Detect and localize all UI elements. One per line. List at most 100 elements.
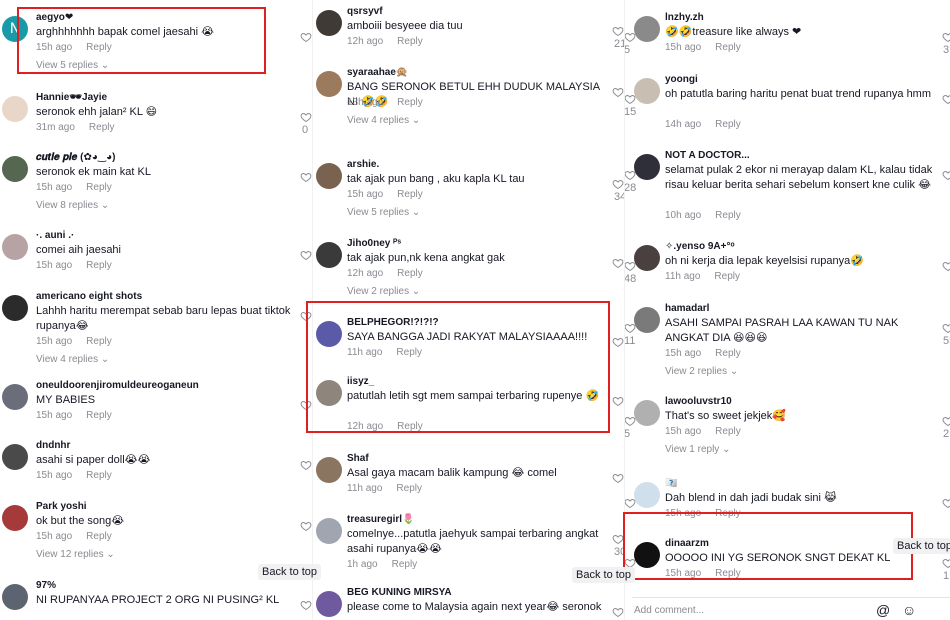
avatar[interactable] — [2, 96, 28, 122]
reply-button[interactable]: Reply — [397, 189, 423, 200]
reply-button[interactable]: Reply — [86, 182, 112, 193]
like-heart-icon[interactable] — [612, 256, 624, 269]
reply-button[interactable]: Reply — [397, 268, 423, 279]
avatar[interactable] — [2, 444, 28, 470]
like-heart-icon[interactable] — [624, 30, 636, 43]
reply-button[interactable]: Reply — [715, 210, 741, 221]
like-heart-icon[interactable] — [624, 496, 636, 509]
reply-button[interactable]: Reply — [397, 36, 423, 47]
reply-button[interactable]: Reply — [397, 97, 423, 108]
comment-username[interactable]: iisyz_ — [347, 376, 374, 387]
reply-button[interactable]: Reply — [396, 483, 422, 494]
avatar[interactable] — [634, 307, 660, 333]
reply-button[interactable]: Reply — [86, 336, 112, 347]
reply-button[interactable]: Reply — [715, 348, 741, 359]
avatar[interactable] — [634, 542, 660, 568]
view-replies-button[interactable]: View 4 replies ⌄ — [36, 354, 109, 365]
back-to-top-button[interactable]: Back to top — [258, 564, 322, 580]
like-heart-icon[interactable] — [942, 496, 950, 509]
comment-username[interactable]: aegyo❤ — [36, 12, 73, 23]
avatar[interactable] — [634, 400, 660, 426]
view-replies-button[interactable]: View 8 replies ⌄ — [36, 200, 109, 211]
reply-button[interactable]: Reply — [715, 42, 741, 53]
reply-button[interactable]: Reply — [86, 410, 112, 421]
comment-username[interactable]: NOT A DOCTOR... — [665, 150, 750, 161]
like-heart-icon[interactable] — [612, 85, 624, 98]
comment-username[interactable]: BELPHEGOR!?!?!? — [347, 317, 439, 328]
view-replies-button[interactable]: View 1 reply ⌄ — [665, 444, 730, 455]
like-heart-icon[interactable] — [300, 519, 312, 532]
comment-username[interactable]: ✧.yenso 9A+°ᵒ — [665, 241, 735, 252]
like-heart-icon[interactable] — [300, 30, 312, 43]
view-replies-button[interactable]: View 2 replies ⌄ — [665, 366, 738, 377]
reply-button[interactable]: Reply — [715, 119, 741, 130]
avatar[interactable] — [634, 482, 660, 508]
emoji-icon[interactable]: ☺ — [902, 602, 916, 618]
avatar[interactable] — [316, 163, 342, 189]
reply-button[interactable]: Reply — [396, 347, 422, 358]
avatar[interactable] — [316, 518, 342, 544]
like-heart-icon[interactable] — [612, 471, 624, 484]
like-heart-icon[interactable] — [300, 598, 312, 611]
comment-username[interactable]: 🇽🇽 — [665, 478, 677, 489]
like-heart-icon[interactable] — [624, 414, 636, 427]
reply-button[interactable]: Reply — [397, 421, 423, 432]
avatar[interactable] — [2, 295, 28, 321]
like-heart-icon[interactable] — [300, 398, 312, 411]
avatar[interactable]: N — [2, 16, 28, 42]
like-heart-icon[interactable] — [942, 30, 950, 43]
like-heart-icon[interactable] — [624, 92, 636, 105]
like-heart-icon[interactable] — [612, 605, 624, 618]
reply-button[interactable]: Reply — [86, 470, 112, 481]
reply-button[interactable]: Reply — [89, 122, 115, 133]
view-replies-button[interactable]: View 12 replies ⌄ — [36, 549, 115, 560]
avatar[interactable] — [2, 584, 28, 610]
comment-username[interactable]: oneuldoorenjiromuldeureoganeun — [36, 380, 199, 391]
avatar[interactable] — [316, 321, 342, 347]
comment-username[interactable]: Park yoshi — [36, 501, 87, 512]
comment-username[interactable]: arshie. — [347, 159, 379, 170]
avatar[interactable] — [2, 384, 28, 410]
comment-username[interactable]: Hannie🕶Jayie — [36, 92, 107, 103]
view-replies-button[interactable]: View 5 replies ⌄ — [36, 60, 109, 71]
comment-username[interactable]: lnzhy.zh — [665, 12, 704, 23]
like-heart-icon[interactable] — [612, 24, 624, 37]
avatar[interactable] — [316, 380, 342, 406]
reply-button[interactable]: Reply — [86, 42, 112, 53]
avatar[interactable] — [316, 242, 342, 268]
like-heart-icon[interactable] — [624, 321, 636, 334]
avatar[interactable] — [316, 457, 342, 483]
avatar[interactable] — [634, 16, 660, 42]
at-sign-icon[interactable]: @ — [876, 602, 890, 618]
avatar[interactable] — [316, 591, 342, 617]
reply-button[interactable]: Reply — [714, 271, 740, 282]
like-heart-icon[interactable] — [612, 394, 624, 407]
reply-button[interactable]: Reply — [86, 531, 112, 542]
comment-username[interactable]: qsrsyvf — [347, 6, 383, 17]
avatar[interactable] — [634, 78, 660, 104]
reply-button[interactable]: Reply — [715, 508, 741, 519]
comment-username[interactable]: Shaf — [347, 453, 369, 464]
comment-username[interactable]: treasuregirl🌷 — [347, 514, 414, 525]
like-heart-icon[interactable] — [612, 335, 624, 348]
comment-username[interactable]: Jiho0ney ᴾˢ — [347, 238, 401, 249]
comment-username[interactable]: lawooluvstr10 — [665, 396, 732, 407]
comment-username[interactable]: dndnhr — [36, 440, 70, 451]
reply-button[interactable]: Reply — [715, 426, 741, 437]
comment-username[interactable]: dinaarzm — [665, 538, 709, 549]
like-heart-icon[interactable] — [942, 414, 950, 427]
view-replies-button[interactable]: View 5 replies ⌄ — [347, 207, 420, 218]
avatar[interactable] — [2, 234, 28, 260]
comment-username[interactable]: hamadarl — [665, 303, 709, 314]
avatar[interactable] — [2, 156, 28, 182]
like-heart-icon[interactable] — [300, 248, 312, 261]
comment-username[interactable]: 𝒄𝒖𝒕𝒊𝒆 𝒑𝒊𝒆 (✿◕‿◕) — [36, 152, 116, 163]
like-heart-icon[interactable] — [300, 110, 312, 123]
comment-username[interactable]: americano eight shots — [36, 291, 142, 302]
reply-button[interactable]: Reply — [715, 568, 741, 579]
like-heart-icon[interactable] — [942, 556, 950, 569]
comment-username[interactable]: 97% — [36, 580, 56, 591]
like-heart-icon[interactable] — [300, 309, 312, 322]
like-heart-icon[interactable] — [612, 532, 624, 545]
comment-username[interactable]: BEG KUNING MIRSYA — [347, 587, 452, 598]
